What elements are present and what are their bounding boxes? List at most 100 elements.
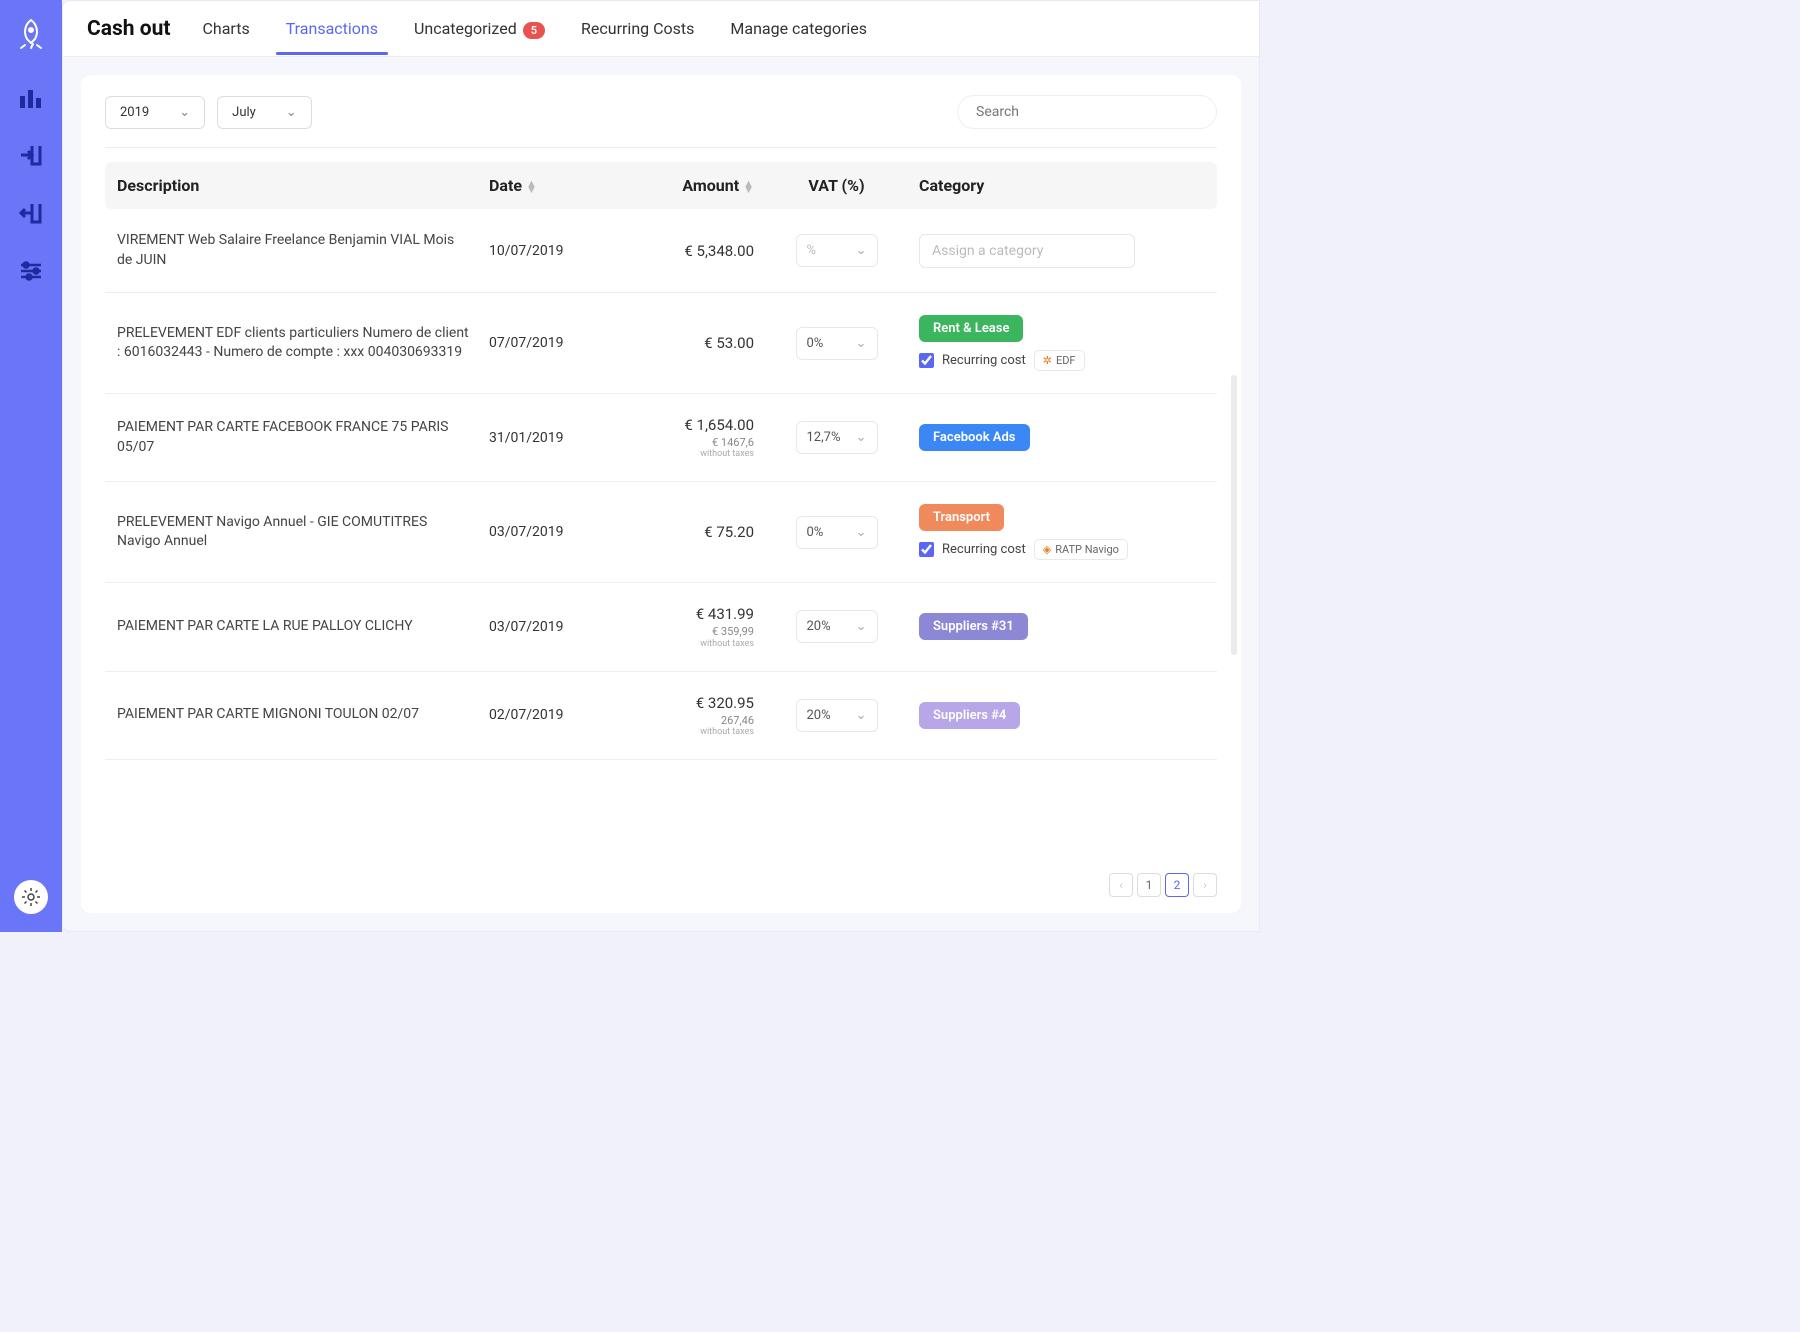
vendor-pill[interactable]: ◈RATP Navigo [1034,539,1128,560]
col-amount[interactable]: Amount▲▼ [624,176,764,195]
col-description: Description [117,176,489,195]
col-date[interactable]: Date▲▼ [489,176,624,195]
recurring-label: Recurring cost [942,353,1026,368]
sidebar-cash-out-icon[interactable] [18,200,44,230]
col-category: Category [909,176,1205,195]
table-row: PRELEVEMENT Navigo Annuel - GIE COMUTITR… [105,482,1217,583]
table-row: PRELEVEMENT EDF clients particuliers Num… [105,293,1217,394]
row-amount: € 320.95267,46without taxes [624,694,764,737]
row-description: PRELEVEMENT EDF clients particuliers Num… [117,324,489,363]
row-category: Assign a category [909,234,1205,268]
table-row: VIREMENT Web Salaire Freelance Benjamin … [105,209,1217,293]
amount-subtotal: € 359,99 [624,625,754,638]
table-row: PAIEMENT PAR CARTE FACEBOOK FRANCE 75 PA… [105,394,1217,482]
category-tag[interactable]: Transport [919,504,1004,531]
page-prev-button[interactable]: ‹ [1109,873,1133,897]
row-description: PRELEVEMENT Navigo Annuel - GIE COMUTITR… [117,513,489,552]
row-category: Transport Recurring cost ◈RATP Navigo [909,504,1205,560]
row-description: PAIEMENT PAR CARTE MIGNONI TOULON 02/07 [117,705,489,725]
chevron-down-icon: ⌄ [179,105,190,120]
recurring-cost-row: Recurring cost ◈RATP Navigo [919,539,1128,560]
sidebar-settings-button[interactable] [14,880,48,914]
row-date: 07/07/2019 [489,335,624,351]
chevron-down-icon: ⌄ [856,619,867,634]
year-select[interactable]: 2019 ⌄ [105,96,205,129]
recurring-cost-row: Recurring cost ✲EDF [919,350,1085,371]
search-input[interactable] [957,95,1217,129]
row-category: Rent & Lease Recurring cost ✲EDF [909,315,1205,371]
recurring-checkbox[interactable] [919,353,934,368]
month-select[interactable]: July ⌄ [217,96,312,129]
amount-subtotal: € 1467,6 [624,436,754,449]
logo-rocket-icon [17,18,45,56]
table-body: VIREMENT Web Salaire Freelance Benjamin … [105,209,1217,863]
page-title: Cash out [87,17,170,41]
page-1-button[interactable]: 1 [1137,873,1161,897]
category-tag[interactable]: Facebook Ads [919,424,1030,451]
chevron-down-icon: ⌄ [286,105,297,120]
sort-icon: ▲▼ [743,181,754,193]
sidebar [0,0,62,932]
row-date: 03/07/2019 [489,524,624,540]
amount-note: without taxes [624,449,754,459]
tab-transactions[interactable]: Transactions [282,3,382,54]
vat-select[interactable]: 20%⌄ [796,610,878,643]
transactions-card: 2019 ⌄ July ⌄ Description Date▲▼ Amount▲… [81,75,1241,913]
row-category: Suppliers #4 [909,702,1205,729]
pagination: ‹12› [105,863,1217,897]
category-tag[interactable]: Suppliers #31 [919,613,1028,640]
row-amount: € 431.99€ 359,99without taxes [624,605,764,648]
row-amount: € 53.00 [624,334,764,352]
chevron-down-icon: ⌄ [856,243,867,258]
chevron-down-icon: ⌄ [856,336,867,351]
amount-subtotal: 267,46 [624,714,754,727]
amount-note: without taxes [624,727,754,737]
month-value: July [232,105,256,120]
tab-manage-categories[interactable]: Manage categories [726,3,871,54]
gear-icon [21,887,41,907]
category-assign-input[interactable]: Assign a category [919,234,1135,268]
sidebar-cash-in-icon[interactable] [18,142,44,172]
scrollbar[interactable] [1231,375,1237,655]
row-date: 02/07/2019 [489,707,624,723]
tab-charts[interactable]: Charts [198,3,253,54]
tab-badge: 5 [523,22,545,39]
vat-select[interactable]: 12,7%⌄ [796,421,878,454]
row-date: 10/07/2019 [489,243,624,259]
row-description: VIREMENT Web Salaire Freelance Benjamin … [117,231,489,270]
table-header: Description Date▲▼ Amount▲▼ VAT (%) Cate… [105,162,1217,209]
row-description: PAIEMENT PAR CARTE FACEBOOK FRANCE 75 PA… [117,418,489,457]
sort-icon: ▲▼ [526,181,537,193]
vat-select[interactable]: 0%⌄ [796,327,878,360]
amount-note: without taxes [624,639,754,649]
row-category: Suppliers #31 [909,613,1205,640]
filters-bar: 2019 ⌄ July ⌄ [105,95,1217,148]
table-row: PAIEMENT PAR CARTE LA RUE PALLOY CLICHY … [105,583,1217,671]
vat-select[interactable]: 20%⌄ [796,699,878,732]
chevron-down-icon: ⌄ [856,708,867,723]
chevron-down-icon: ⌄ [856,430,867,445]
tab-recurring-costs[interactable]: Recurring Costs [577,3,698,54]
sidebar-charts-icon[interactable] [18,84,44,114]
content: 2019 ⌄ July ⌄ Description Date▲▼ Amount▲… [63,57,1259,931]
recurring-checkbox[interactable] [919,542,934,557]
category-tag[interactable]: Rent & Lease [919,315,1023,342]
recurring-label: Recurring cost [942,542,1026,557]
tab-uncategorized[interactable]: Uncategorized5 [410,3,549,54]
row-category: Facebook Ads [909,424,1205,451]
main-panel: Cash out Charts Transactions Uncategorized… [62,0,1260,932]
row-amount: € 5,348.00 [624,242,764,260]
category-tag[interactable]: Suppliers #4 [919,702,1020,729]
vat-select[interactable]: 0%⌄ [796,516,878,549]
vat-select[interactable]: %⌄ [796,234,878,267]
chevron-down-icon: ⌄ [856,525,867,540]
row-amount: € 75.20 [624,523,764,541]
page-2-button[interactable]: 2 [1165,873,1189,897]
topbar: Cash out Charts Transactions Uncategorized… [63,1,1259,57]
row-date: 31/01/2019 [489,430,624,446]
page-next-button[interactable]: › [1193,873,1217,897]
col-vat: VAT (%) [764,176,909,195]
row-amount: € 1,654.00€ 1467,6without taxes [624,416,764,459]
vendor-pill[interactable]: ✲EDF [1034,350,1085,371]
sidebar-sliders-icon[interactable] [18,258,44,288]
